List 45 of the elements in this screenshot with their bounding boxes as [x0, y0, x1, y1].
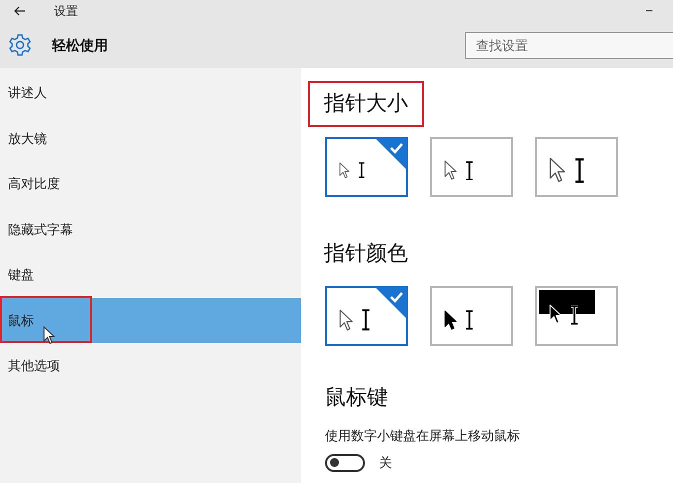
section-heading: 鼠标键 — [325, 385, 389, 411]
sidebar-item-label: 键盘 — [8, 266, 34, 284]
settings-icon — [8, 33, 32, 57]
arrow-pointer-icon — [444, 160, 458, 181]
sidebar-item[interactable]: 高对比度 — [0, 161, 301, 206]
page-title: 轻松使用 — [52, 36, 108, 54]
arrow-pointer-icon — [339, 308, 354, 332]
arrow-pointer-icon — [549, 157, 566, 184]
setting-description: 使用数字小键盘在屏幕上移动鼠标 — [325, 426, 521, 444]
inverted-band — [539, 290, 595, 314]
sidebar-item[interactable]: 讲述人 — [0, 70, 301, 116]
sidebar-item-label: 其他选项 — [8, 357, 60, 375]
back-arrow-icon — [14, 6, 26, 16]
arrow-pointer-icon — [339, 162, 350, 180]
text-cursor-icon — [570, 305, 579, 325]
text-cursor-icon — [574, 158, 585, 184]
pointer-option[interactable] — [535, 286, 618, 346]
mouse-pointer-icon — [43, 326, 55, 344]
text-cursor-icon — [465, 160, 474, 180]
toggle-state-label: 关 — [379, 454, 392, 472]
text-cursor-icon — [358, 162, 365, 179]
sidebar-item-label: 鼠标 — [8, 312, 34, 330]
pointer-option[interactable] — [535, 136, 618, 196]
check-corner-icon — [376, 138, 406, 168]
window-title: 设置 — [54, 3, 78, 20]
pointer-option[interactable] — [430, 286, 513, 346]
sidebar-item-label: 放大镜 — [8, 130, 47, 148]
check-corner-icon — [376, 288, 406, 318]
sidebar-item-label: 讲述人 — [8, 84, 47, 102]
arrow-pointer-icon — [444, 310, 458, 330]
minimize-button[interactable]: − — [645, 1, 653, 21]
toggle-switch[interactable] — [325, 454, 365, 472]
sidebar-item[interactable]: 隐藏式字幕 — [0, 206, 301, 252]
sidebar-item-label: 隐藏式字幕 — [8, 220, 73, 238]
arrow-pointer-icon — [549, 304, 562, 325]
text-cursor-icon — [465, 310, 474, 330]
sidebar-item-label: 高对比度 — [8, 175, 60, 193]
search-field[interactable]: 查找设置 — [465, 32, 673, 58]
section-heading: 指针颜色 — [324, 242, 408, 264]
text-cursor-icon — [361, 309, 371, 331]
sidebar-item[interactable]: 其他选项 — [0, 343, 301, 388]
section-heading: 指针大小 — [324, 92, 408, 115]
sidebar-item[interactable]: 鼠标 — [0, 298, 301, 343]
sidebar-item[interactable]: 键盘 — [0, 252, 301, 298]
sidebar-item[interactable]: 放大镜 — [0, 116, 301, 161]
